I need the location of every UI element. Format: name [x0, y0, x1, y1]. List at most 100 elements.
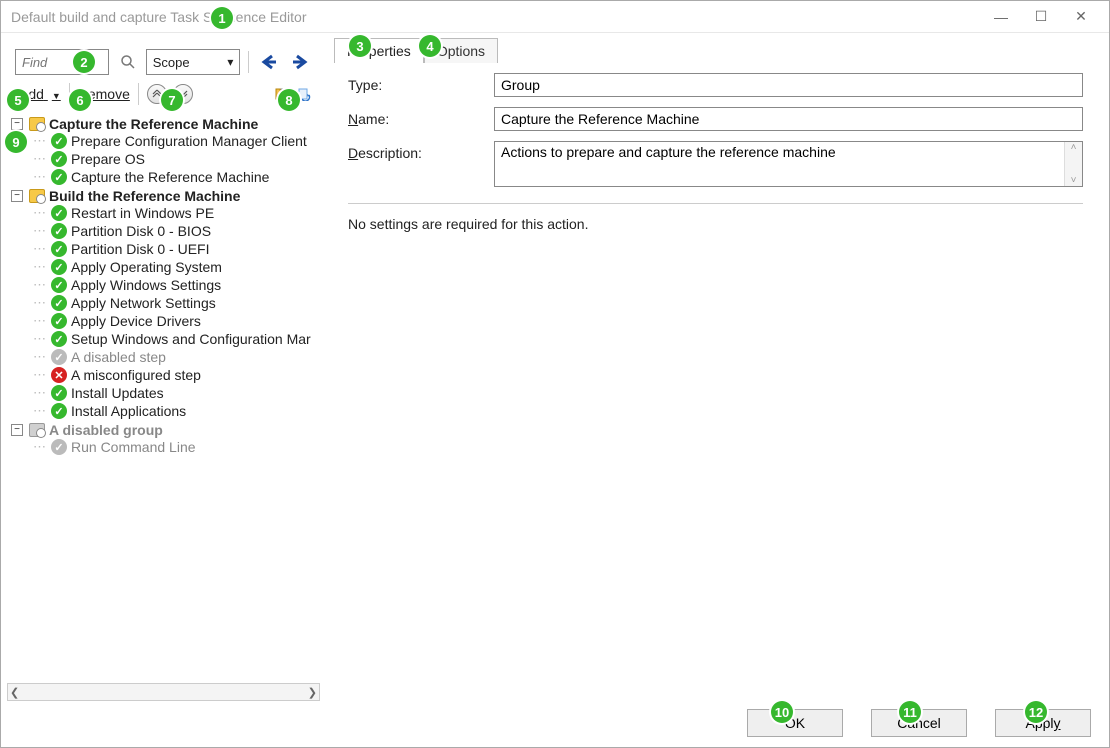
group-label[interactable]: Capture the Reference Machine [49, 116, 258, 132]
tree-step[interactable]: ⋯✓Apply Network Settings [33, 295, 320, 311]
step-label: Apply Operating System [71, 259, 222, 275]
scroll-left-icon[interactable]: ❮ [10, 686, 19, 699]
tree-step[interactable]: ⋯✓Run Command Line [33, 439, 320, 455]
tree-step[interactable]: ⋯✓Partition Disk 0 - BIOS [33, 223, 320, 239]
tree-step[interactable]: ⋯✓Setup Windows and Configuration Mar [33, 331, 320, 347]
field-description: Description: Actions to prepare and capt… [348, 141, 1083, 187]
titlebar: Default build and capture Task Sequence … [1, 1, 1109, 33]
callout-6: 6 [69, 89, 91, 111]
tree-step[interactable]: ⋯✓Apply Windows Settings [33, 277, 320, 293]
maximize-button[interactable]: ☐ [1021, 3, 1061, 31]
tree-connector: ⋯ [33, 313, 47, 329]
disabled-icon: ✓ [51, 349, 67, 365]
check-icon: ✓ [51, 133, 67, 149]
tree-step[interactable]: ⋯✓Restart in Windows PE [33, 205, 320, 221]
tree-connector: ⋯ [33, 223, 47, 239]
tree-connector: ⋯ [33, 133, 47, 149]
find-input[interactable] [20, 54, 80, 71]
callout-3: 3 [349, 35, 371, 57]
callout-4: 4 [419, 35, 441, 57]
tree-connector: ⋯ [33, 205, 47, 221]
check-icon: ✓ [51, 205, 67, 221]
divider [138, 83, 139, 105]
tree-connector: ⋯ [33, 259, 47, 275]
tree-connector: ⋯ [33, 241, 47, 257]
type-value [494, 73, 1083, 97]
tree-connector: ⋯ [33, 385, 47, 401]
step-label: Prepare OS [71, 151, 145, 167]
nav-back-icon[interactable] [257, 49, 281, 75]
step-label: A disabled step [71, 349, 166, 365]
tree-toggle[interactable]: − [11, 190, 23, 202]
callout-5: 5 [7, 89, 29, 111]
tree-connector: ⋯ [33, 277, 47, 293]
tree-view[interactable]: −Capture the Reference Machine⋯✓Prepare … [7, 109, 320, 683]
main-columns: x Scope ▾ [1, 33, 1109, 701]
tree-step[interactable]: ⋯✓Prepare Configuration Manager Client [33, 133, 320, 149]
step-label: Apply Device Drivers [71, 313, 201, 329]
scroll-down-icon[interactable]: ˅ [1071, 175, 1077, 186]
ok-button[interactable]: OK [747, 709, 843, 737]
tree-step[interactable]: ⋯✓Apply Device Drivers [33, 313, 320, 329]
no-settings-text: No settings are required for this action… [348, 216, 1083, 232]
tree-toggle[interactable]: − [11, 424, 23, 436]
tree-connector: ⋯ [33, 439, 47, 455]
folder-icon [29, 117, 45, 131]
left-pane: x Scope ▾ [1, 33, 326, 701]
search-icon[interactable] [115, 49, 139, 75]
find-box[interactable]: x [15, 49, 109, 75]
tree-connector: ⋯ [33, 331, 47, 347]
step-label: Partition Disk 0 - BIOS [71, 223, 211, 239]
tree-step[interactable]: ⋯✓Install Updates [33, 385, 320, 401]
scope-select[interactable]: Scope ▾ [146, 49, 241, 75]
step-label: A misconfigured step [71, 367, 201, 383]
callout-9: 9 [5, 131, 27, 153]
description-input[interactable]: Actions to prepare and capture the refer… [495, 142, 1064, 186]
check-icon: ✓ [51, 385, 67, 401]
error-icon: ✕ [51, 367, 67, 383]
step-label: Run Command Line [71, 439, 196, 455]
scroll-up-icon[interactable]: ˄ [1071, 142, 1077, 153]
right-pane: Properties Options Type: Name: [326, 33, 1109, 701]
step-label: Apply Windows Settings [71, 277, 221, 293]
tree-connector: ⋯ [33, 169, 47, 185]
nav-forward-icon[interactable] [288, 49, 312, 75]
disabled-icon: ✓ [51, 439, 67, 455]
check-icon: ✓ [51, 403, 67, 419]
horizontal-scrollbar[interactable]: ❮ ❯ [7, 683, 320, 701]
tree-step[interactable]: ⋯✓Capture the Reference Machine [33, 169, 320, 185]
properties-panel: Type: Name: Description: Actions to prep… [332, 63, 1099, 701]
tabs: Properties Options [332, 33, 1099, 63]
tree-step[interactable]: ⋯✕A misconfigured step [33, 367, 320, 383]
tree-step[interactable]: ⋯✓Partition Disk 0 - UEFI [33, 241, 320, 257]
group-label[interactable]: A disabled group [49, 422, 163, 438]
window-title: Default build and capture Task Sequence … [11, 9, 981, 25]
group-label[interactable]: Build the Reference Machine [49, 188, 240, 204]
footer-buttons: OK Cancel Apply [1, 701, 1109, 747]
callout-10: 10 [771, 701, 793, 723]
name-input[interactable] [494, 107, 1083, 131]
tab-properties[interactable]: Properties [334, 38, 424, 63]
tree-connector: ⋯ [33, 295, 47, 311]
close-button[interactable]: ✕ [1061, 3, 1101, 31]
find-toolbar: x Scope ▾ [7, 45, 320, 79]
minimize-button[interactable]: — [981, 3, 1021, 31]
scroll-right-icon[interactable]: ❯ [308, 686, 317, 699]
check-icon: ✓ [51, 151, 67, 167]
tree-toggle[interactable]: − [11, 118, 23, 130]
tree-step[interactable]: ⋯✓Install Applications [33, 403, 320, 419]
check-icon: ✓ [51, 331, 67, 347]
divider [248, 51, 249, 73]
tree-step[interactable]: ⋯✓A disabled step [33, 349, 320, 365]
window: 1 2 3 4 5 6 7 8 9 10 11 12 Default build… [0, 0, 1110, 748]
step-label: Apply Network Settings [71, 295, 216, 311]
check-icon: ✓ [51, 259, 67, 275]
step-label: Install Applications [71, 403, 186, 419]
tree-step[interactable]: ⋯✓Apply Operating System [33, 259, 320, 275]
tree-step[interactable]: ⋯✓Prepare OS [33, 151, 320, 167]
name-label: Name: [348, 107, 478, 127]
description-label: Description: [348, 141, 478, 161]
textarea-scrollbar[interactable]: ˄ ˅ [1064, 142, 1082, 186]
step-label: Partition Disk 0 - UEFI [71, 241, 209, 257]
scope-label: Scope [153, 55, 190, 70]
